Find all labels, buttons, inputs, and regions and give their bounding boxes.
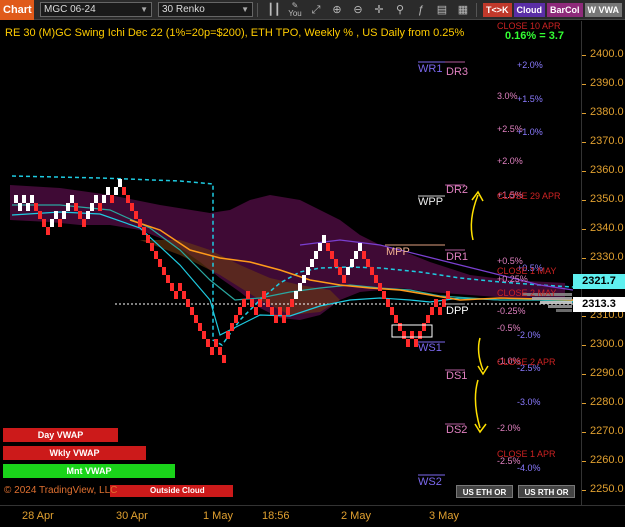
- last-price-tag: 2321.7: [573, 274, 625, 289]
- ds2-label: DS2: [446, 424, 468, 436]
- price-tick: 2270.0: [590, 425, 624, 437]
- price-tick: 2360.0: [590, 164, 624, 176]
- pct-label: 3.0%: [497, 91, 518, 101]
- day-vwap-box: Day VWAP: [3, 428, 118, 442]
- tick-mark: [582, 258, 586, 259]
- arrow-down-1: [477, 337, 484, 371]
- mnt-vwap-box: Mnt VWAP: [3, 464, 175, 478]
- pct-label: +1.0%: [517, 127, 543, 137]
- close-label: CLOSE 29 APR: [497, 191, 561, 201]
- pct-label: -3.0%: [517, 397, 541, 407]
- tick-mark: [582, 113, 586, 114]
- time-tick: 28 Apr: [22, 510, 54, 522]
- tick-mark: [582, 316, 586, 317]
- price-axis[interactable]: 2400.0 2390.0 2380.0 2370.0 2360.0 2350.…: [581, 21, 625, 505]
- dr1-label: DR1: [446, 251, 469, 263]
- tick-mark: [582, 490, 586, 491]
- price-tick: 2300.0: [590, 338, 624, 350]
- close-label-top: CLOSE 10 APR: [497, 21, 561, 31]
- price-tick: 2290.0: [590, 367, 624, 379]
- close-label: CLOSE 1 APR: [497, 449, 556, 459]
- price-tick: 2250.0: [590, 483, 624, 495]
- us-rth-or-button[interactable]: US RTH OR: [518, 485, 575, 498]
- wr1-label: WR1: [418, 63, 443, 75]
- tick-mark: [582, 345, 586, 346]
- dpp-label: DPP: [446, 305, 469, 317]
- price-tick: 2380.0: [590, 106, 624, 118]
- price-tick: 2350.0: [590, 193, 624, 205]
- price-tick: 2330.0: [590, 251, 624, 263]
- price-tick: 2390.0: [590, 77, 624, 89]
- tick-mark: [582, 403, 586, 404]
- ws2-label: WS2: [418, 476, 442, 488]
- price-tick: 2260.0: [590, 454, 624, 466]
- wpp-label: WPP: [418, 196, 444, 208]
- tick-mark: [582, 142, 586, 143]
- pct-label: +2.0%: [517, 60, 543, 70]
- pct-label: +1.5%: [517, 94, 543, 104]
- current-price-tag: 2313.3: [573, 297, 625, 312]
- time-tick: 2 May: [341, 510, 371, 522]
- chart-title: RE 30 (M)GC Swing Ichi Dec 22 (1%=20p=$2…: [5, 27, 465, 39]
- dr2-label: DR2: [446, 184, 469, 196]
- pct-readout: 0.16% = 3.7: [505, 30, 565, 42]
- price-tick: 2370.0: [590, 135, 624, 147]
- close-label: CLOSE 1 MAY: [497, 266, 557, 276]
- copyright-label: © 2024 TradingView, LLC: [4, 485, 118, 496]
- time-axis[interactable]: 28 Apr 30 Apr 1 May 18:56 2 May 3 May: [0, 505, 625, 527]
- wkly-vwap-box: Wkly VWAP: [3, 446, 146, 460]
- pct-label: +2.0%: [497, 156, 523, 166]
- mpp-label: MPP: [386, 246, 410, 258]
- pct-label: -0.25%: [497, 306, 526, 316]
- tick-mark: [582, 171, 586, 172]
- time-tick: 30 Apr: [116, 510, 148, 522]
- price-tick: 2280.0: [590, 396, 624, 408]
- tick-mark: [582, 374, 586, 375]
- arrow-down-2: [474, 379, 481, 429]
- pct-label: -4.0%: [517, 463, 541, 473]
- outside-cloud-box: Outside Cloud: [110, 485, 233, 497]
- close-label: CLOSE 2 APR: [497, 357, 556, 367]
- time-tick: 3 May: [429, 510, 459, 522]
- tick-mark: [582, 432, 586, 433]
- ds1-label: DS1: [446, 370, 468, 382]
- us-eth-or-button[interactable]: US ETH OR: [456, 485, 513, 498]
- tick-mark: [582, 229, 586, 230]
- tick-mark: [582, 461, 586, 462]
- arrow-down-2-head: [474, 423, 487, 434]
- dr3-label: DR3: [446, 66, 469, 78]
- arrow-up-1: [470, 194, 479, 241]
- ws1-label: WS1: [418, 342, 442, 354]
- price-tick: 2340.0: [590, 222, 624, 234]
- close-label: CLOSE 2 MAY: [497, 288, 557, 298]
- tick-mark: [582, 200, 586, 201]
- time-tick: 1 May: [203, 510, 233, 522]
- price-tick: 2400.0: [590, 48, 624, 60]
- pct-label: -2.0%: [517, 330, 541, 340]
- pct-label: -2.0%: [497, 423, 521, 433]
- tick-mark: [582, 55, 586, 56]
- tick-mark: [582, 84, 586, 85]
- time-tick: 18:56: [262, 510, 290, 522]
